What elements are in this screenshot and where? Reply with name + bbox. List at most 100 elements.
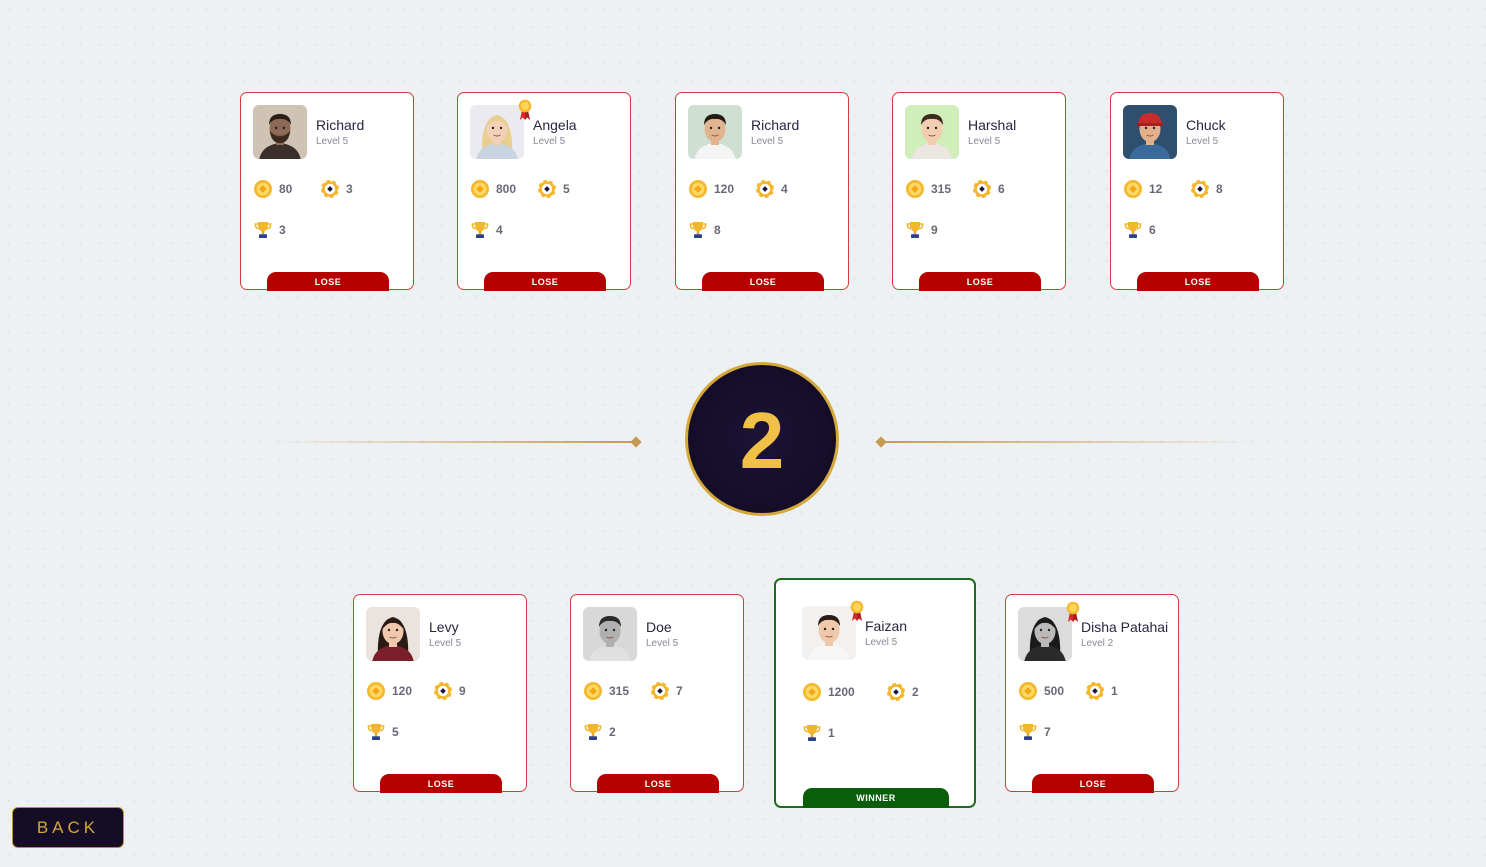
trophy-icon [583,722,609,742]
player-name: Disha Patahai [1081,619,1169,635]
coins-stat: 800 [470,179,516,199]
chips-stat: 1 [1085,681,1118,701]
player-level: Level 5 [533,136,566,147]
divider-right [880,441,1260,443]
player-card[interactable]: Richard Level 5 80 3 3 LOSE [240,92,414,291]
coins-value: 120 [392,684,413,698]
chips-value: 2 [912,685,919,699]
player-card[interactable]: Chuck Level 5 12 8 6 LOSE [1110,92,1284,291]
winner-card[interactable]: Faizan Level 5 1200 2 1 WINNER [774,578,976,808]
result-badge: LOSE [1032,774,1154,793]
chip-icon [537,179,563,199]
chips-value: 1 [1111,684,1118,698]
coins-stat: 500 [1018,681,1064,701]
coin-icon [802,682,828,702]
chips-value: 3 [346,182,353,196]
coins-stat: 120 [688,179,734,199]
avatar [1123,105,1177,159]
avatar [366,607,420,661]
badge-medal-icon [850,600,864,622]
coins-stat: 315 [583,681,629,701]
player-name: Chuck [1186,117,1226,133]
result-badge: LOSE [919,272,1041,291]
trophies-stat: 7 [1018,722,1051,742]
coins-value: 315 [931,182,952,196]
coin-icon [1018,681,1044,701]
player-card[interactable]: Richard Level 5 120 4 8 LOSE [675,92,849,291]
trophy-icon [253,220,279,240]
trophies-value: 9 [931,223,938,237]
player-name: Levy [429,619,459,635]
player-card[interactable]: Levy Level 5 120 9 5 LOSE [353,594,527,793]
player-card[interactable]: Harshal Level 5 315 6 9 LOSE [892,92,1066,291]
trophies-stat: 5 [366,722,399,742]
player-level: Level 2 [1081,638,1114,649]
divider-left [264,441,637,443]
player-card[interactable]: Doe Level 5 315 7 2 LOSE [570,594,744,793]
avatar [802,606,856,660]
chips-stat: 7 [650,681,683,701]
trophies-stat: 6 [1123,220,1156,240]
chips-value: 5 [563,182,570,196]
trophy-icon [366,722,392,742]
chips-stat: 9 [433,681,466,701]
chip-icon [433,681,459,701]
back-button[interactable]: BACK [12,807,124,848]
result-badge: LOSE [267,272,389,291]
coins-value: 800 [496,182,517,196]
trophies-value: 6 [1149,223,1156,237]
trophy-icon [905,220,931,240]
chips-value: 7 [676,684,683,698]
coins-stat: 315 [905,179,951,199]
trophies-value: 2 [609,725,616,739]
chips-value: 8 [1216,182,1223,196]
coins-stat: 80 [253,179,292,199]
player-card[interactable]: Angela Level 5 800 5 4 LOSE [457,92,631,291]
coins-value: 1200 [828,685,855,699]
chips-stat: 4 [755,179,788,199]
result-badge: LOSE [1137,272,1259,291]
coins-stat: 1200 [802,682,855,702]
trophies-stat: 3 [253,220,286,240]
player-level: Level 5 [429,638,462,649]
trophies-value: 7 [1044,725,1051,739]
player-level: Level 5 [316,136,349,147]
chips-stat: 2 [886,682,919,702]
avatar [688,105,742,159]
coin-icon [688,179,714,199]
trophy-icon [470,220,496,240]
result-badge: LOSE [484,272,606,291]
trophies-value: 1 [828,726,835,740]
coin-icon [905,179,931,199]
coins-stat: 12 [1123,179,1162,199]
player-level: Level 5 [1186,136,1219,147]
chip-icon [1190,179,1216,199]
player-card[interactable]: Disha Patahai Level 2 500 1 7 LOSE [1005,594,1179,793]
chips-stat: 8 [1190,179,1223,199]
trophy-icon [1018,722,1044,742]
player-name: Faizan [865,618,908,634]
coin-icon [253,179,279,199]
avatar [583,607,637,661]
avatar [1018,607,1072,661]
coins-value: 315 [609,684,630,698]
result-badge: LOSE [702,272,824,291]
trophies-stat: 4 [470,220,503,240]
chip-icon [1085,681,1111,701]
coin-icon [1123,179,1149,199]
trophies-value: 5 [392,725,399,739]
avatar [253,105,307,159]
player-name: Doe [646,619,672,635]
chips-value: 9 [459,684,466,698]
coins-value: 80 [279,182,293,196]
player-level: Level 5 [646,638,679,649]
chip-icon [650,681,676,701]
result-badge: LOSE [597,774,719,793]
chips-value: 4 [781,182,788,196]
chips-stat: 3 [320,179,353,199]
result-badge: WINNER [803,788,949,808]
trophies-stat: 1 [802,723,835,743]
coin-icon [470,179,496,199]
trophies-stat: 8 [688,220,721,240]
trophies-value: 3 [279,223,286,237]
